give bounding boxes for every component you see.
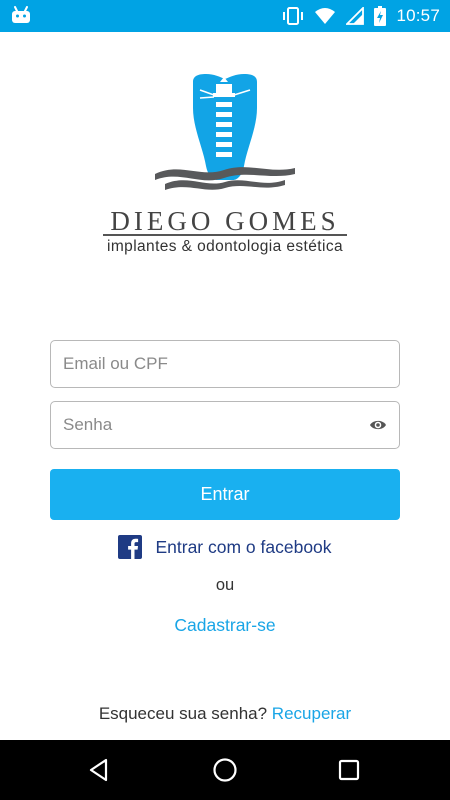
back-icon [89,758,108,782]
email-input[interactable] [51,341,399,387]
status-icons: 10:57 [282,0,440,32]
brand-divider [103,234,347,236]
battery-charging-icon [374,6,387,26]
clock: 10:57 [396,6,440,25]
recents-button[interactable] [319,740,379,800]
wifi-icon [315,8,336,24]
forgot-password-row: Esqueceu sua senha? Recuperar [0,704,450,724]
android-icon [12,6,30,23]
brand-name: DIEGO GOMES [110,206,340,236]
back-button[interactable] [69,740,129,800]
tooth-lighthouse-logo-icon [155,74,295,190]
email-field[interactable] [50,340,400,388]
password-input[interactable] [51,402,399,448]
home-icon [213,758,237,782]
recents-icon [338,759,360,781]
brand-logo: DIEGO GOMES implantes & odontologia esté… [0,70,450,270]
facebook-login-label: Entrar com o facebook [155,536,332,557]
home-button[interactable] [195,740,255,800]
forgot-password-text: Esqueceu sua senha? [98,704,268,723]
password-field[interactable] [50,401,400,449]
facebook-login-link[interactable]: Entrar com o facebook [0,533,450,561]
signal-icon [346,7,365,25]
facebook-icon [118,535,143,559]
login-button[interactable]: Entrar [50,469,400,520]
eye-icon[interactable] [369,418,387,432]
vibrate-icon [283,7,304,25]
or-separator: ou [215,576,235,594]
status-bar: 10:57 [0,0,450,32]
register-link[interactable]: Cadastrar-se [0,615,450,636]
brand-tagline: implantes & odontologia estética [107,238,343,255]
navigation-bar [0,740,450,800]
recover-password-link[interactable]: Recuperar [272,704,351,723]
